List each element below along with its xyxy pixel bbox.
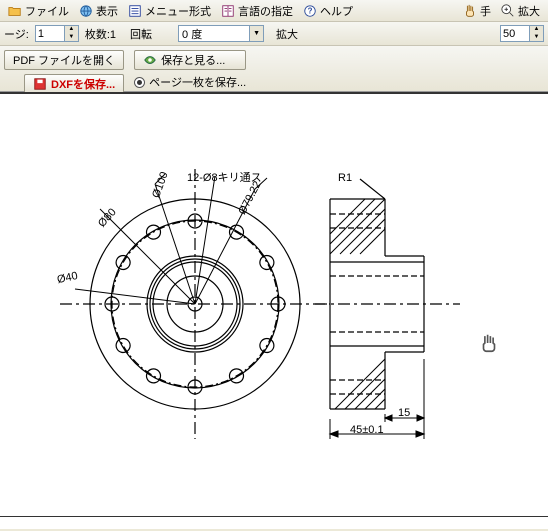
menu-format-label: メニュー形式	[145, 3, 211, 19]
hand-tool[interactable]: 手	[459, 2, 495, 20]
page-label: ージ:	[4, 26, 29, 42]
open-pdf-button[interactable]: PDF ファイルを開く	[4, 50, 124, 70]
menubar: ファイル 表示 メニュー形式 言語の指定 ? ヘルプ 手 拡大	[0, 0, 548, 22]
rotate-label: 回転	[130, 26, 152, 42]
zoom-in-icon	[501, 4, 515, 18]
zoom-in-tool[interactable]: 拡大	[497, 2, 544, 20]
cad-drawing	[0, 94, 548, 531]
page-spinner[interactable]: ▲▼	[35, 25, 79, 42]
book-icon	[221, 4, 235, 18]
list-icon	[128, 4, 142, 18]
page-input[interactable]	[36, 26, 64, 41]
dim-r1: R1	[338, 172, 352, 184]
rotate-drop-icon[interactable]: ▼	[249, 26, 263, 41]
save-and-view-label: 保存と見る...	[161, 52, 225, 68]
bottom-divider	[0, 516, 548, 517]
dim-45: 45±0.1	[350, 424, 384, 436]
hand-tool-label: 手	[480, 3, 491, 19]
rotate-combo[interactable]: ▼	[178, 25, 264, 42]
menu-help[interactable]: ? ヘルプ	[299, 2, 357, 20]
eye-save-icon	[143, 53, 157, 67]
zoom-spinner-arrows[interactable]: ▲▼	[529, 26, 543, 41]
menu-file-label: ファイル	[25, 3, 69, 19]
save-and-view-button[interactable]: 保存と見る...	[134, 50, 246, 70]
radio-one-page[interactable]: ページ一枚を保存...	[134, 74, 246, 90]
menu-language-label: 言語の指定	[238, 3, 293, 19]
zoom-spinner[interactable]: ▲▼	[500, 25, 544, 42]
svg-text:?: ?	[308, 6, 313, 15]
menu-help-label: ヘルプ	[320, 3, 353, 19]
menu-format[interactable]: メニュー形式	[124, 2, 215, 20]
page-spinner-arrows[interactable]: ▲▼	[64, 26, 78, 41]
toolbar-actions: PDF ファイルを開く DXFを保存... 保存と見る... ページ一枚を保存.…	[0, 46, 548, 92]
hand-icon	[463, 4, 477, 18]
radio-one-page-label: ページ一枚を保存...	[149, 74, 246, 90]
zoom-input[interactable]	[501, 26, 529, 41]
cursor-hand-icon	[478, 332, 500, 359]
radio-one-page-control[interactable]	[134, 77, 145, 88]
sheet-count-label: 枚数:1	[85, 26, 116, 42]
left-buttons: PDF ファイルを開く DXFを保存...	[4, 50, 124, 94]
save-icon	[33, 77, 47, 91]
menu-view[interactable]: 表示	[75, 2, 122, 20]
toolbar-secondary: ージ: ▲▼ 枚数:1 回転 ▼ 拡大 ▲▼	[0, 22, 548, 46]
menu-view-label: 表示	[96, 3, 118, 19]
drawing-canvas[interactable]: 12-Ø8キリ通ス Ø100 Ø80 Ø40 Ø79.22 R1 15 45±0…	[0, 92, 548, 529]
menu-file[interactable]: ファイル	[4, 2, 73, 20]
zoom-in-label: 拡大	[518, 3, 540, 19]
zoom-label: 拡大	[276, 26, 298, 42]
menu-language[interactable]: 言語の指定	[217, 2, 297, 20]
menubar-right: 手 拡大	[459, 2, 544, 20]
help-icon: ?	[303, 4, 317, 18]
globe-icon	[79, 4, 93, 18]
open-folder-icon	[8, 4, 22, 18]
open-pdf-label: PDF ファイルを開く	[13, 52, 115, 68]
dim-15: 15	[398, 407, 410, 419]
save-dxf-label: DXFを保存...	[51, 76, 115, 92]
rotate-input[interactable]	[179, 26, 249, 41]
save-dxf-button[interactable]: DXFを保存...	[24, 74, 124, 94]
